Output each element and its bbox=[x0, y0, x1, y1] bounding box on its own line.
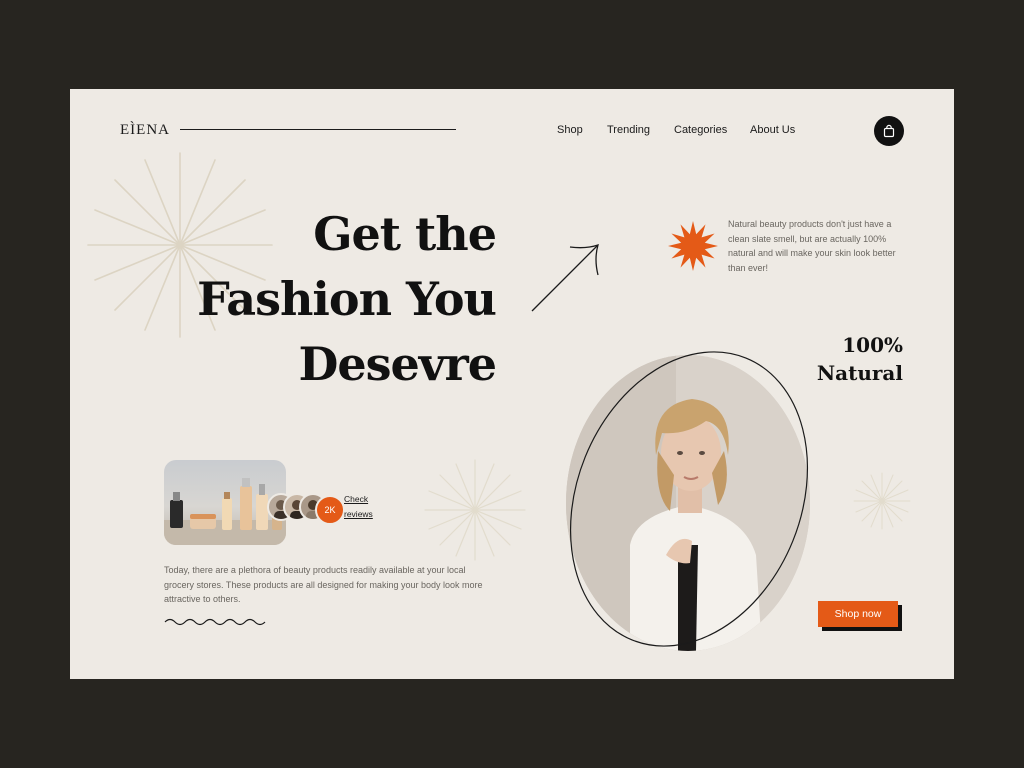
wavy-line-decoration bbox=[164, 618, 266, 626]
reviews-count-badge: 2K bbox=[315, 495, 345, 525]
headline-line-3: Desevre bbox=[298, 337, 497, 391]
intro-paragraph: Today, there are a plethora of beauty pr… bbox=[164, 565, 483, 604]
nav-item-about-us[interactable]: About Us bbox=[750, 124, 795, 136]
nav-item-trending[interactable]: Trending bbox=[607, 124, 650, 136]
nav-item-shop[interactable]: Shop bbox=[557, 124, 583, 136]
hero-side-description: Natural beauty products don't just have … bbox=[728, 219, 896, 273]
arrow-up-right-icon bbox=[531, 243, 599, 312]
cart-button[interactable] bbox=[874, 116, 904, 146]
shopping-bag-icon bbox=[883, 124, 895, 138]
natural-badge-text: 100% Natural bbox=[817, 331, 903, 387]
nav-item-categories[interactable]: Categories bbox=[674, 124, 727, 136]
orange-star-icon bbox=[668, 221, 718, 271]
starburst-decoration-small bbox=[853, 472, 911, 530]
natural-badge-percent: 100% bbox=[842, 333, 903, 357]
landing-page: EÌENA Shop Trending Categories About Us … bbox=[70, 89, 954, 679]
headline-line-1: Get the bbox=[313, 207, 497, 261]
starburst-decoration-center bbox=[424, 459, 526, 561]
oval-outline-decoration bbox=[569, 351, 809, 647]
check-reviews-link[interactable]: Check reviews bbox=[344, 492, 384, 522]
headline-line-2: Fashion You bbox=[197, 272, 497, 326]
hero-headline: Get the Fashion You Desevre bbox=[197, 202, 497, 397]
natural-badge-label: Natural bbox=[816, 361, 903, 385]
shop-now-button[interactable]: Shop now bbox=[818, 601, 898, 627]
brand-logo[interactable]: EÌENA bbox=[120, 122, 170, 139]
header-divider-line bbox=[180, 129, 456, 130]
